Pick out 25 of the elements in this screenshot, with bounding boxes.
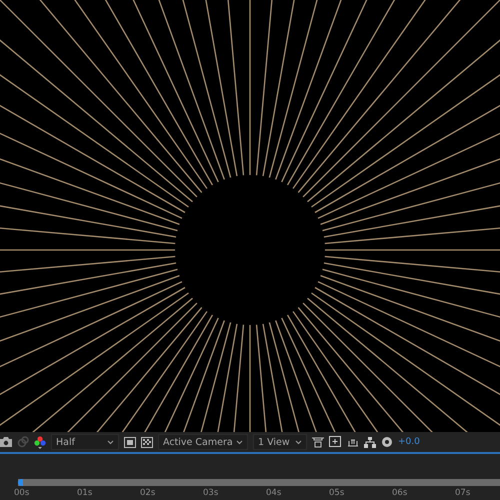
chevron-icon (295, 440, 302, 444)
chevron-icon (236, 440, 243, 444)
transparency-grid-icon[interactable] (141, 436, 153, 448)
work-area-handle[interactable] (18, 479, 23, 486)
layout-icon[interactable] (312, 436, 324, 448)
time-ruler-label: 01s (77, 487, 94, 500)
camera-icon[interactable] (0, 437, 12, 447)
timeline-icon[interactable] (347, 437, 359, 447)
time-ruler-label: 02s (140, 487, 156, 500)
time-ruler-label: 04s (266, 487, 282, 500)
time-ruler-label: 00s (14, 487, 30, 500)
camera-dropdown[interactable]: Active Camera (158, 434, 248, 450)
fast-preview-icon[interactable] (329, 436, 342, 448)
resolution-dropdown[interactable]: Half (51, 434, 119, 450)
exposure-icon[interactable] (381, 436, 393, 448)
color-channels-icon[interactable] (34, 436, 46, 448)
flowchart-icon[interactable] (364, 436, 376, 448)
chevron-icon (107, 440, 114, 444)
time-ruler-label: 07s (455, 487, 472, 500)
region-of-interest-icon[interactable] (124, 436, 136, 448)
time-ruler-label: 05s (329, 487, 346, 500)
time-ruler-label: 03s (203, 487, 220, 500)
time-ruler-label: 06s (392, 487, 408, 500)
exposure-value[interactable]: +0.0 (398, 437, 420, 447)
views-dropdown[interactable]: 1 View (253, 434, 307, 450)
